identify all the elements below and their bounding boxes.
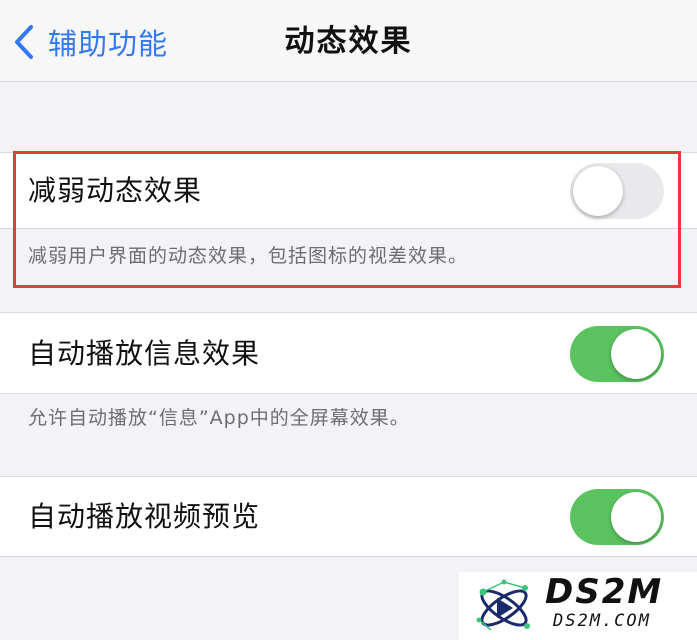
autoplay-message-effects-label: 自动播放信息效果 <box>28 337 261 370</box>
autoplay-message-effects-footer: 允许自动播放“信息”App中的全屏幕效果。 <box>28 407 410 429</box>
watermark-sub-text: DS2M.COM <box>553 611 651 631</box>
watermark-main-text: DS2M <box>545 572 664 612</box>
reduce-motion-switch[interactable] <box>570 163 664 219</box>
reduce-motion-footer: 减弱用户界面的动态效果，包括图标的视差效果。 <box>28 245 469 267</box>
reduce-motion-row: 减弱动态效果 <box>0 153 697 229</box>
navigation-bar: 辅助功能 动态效果 <box>0 0 697 82</box>
switch-knob <box>611 492 661 542</box>
autoplay-message-effects-switch[interactable] <box>570 326 664 382</box>
switch-knob <box>611 329 661 379</box>
autoplay-video-previews-row: 自动播放视频预览 <box>0 479 697 555</box>
reduce-motion-group: 减弱动态效果 <box>0 152 697 229</box>
autoplay-message-effects-row: 自动播放信息效果 <box>0 316 697 392</box>
autoplay-video-previews-switch[interactable] <box>570 489 664 545</box>
switch-knob <box>573 166 623 216</box>
atom-logo-icon <box>473 576 535 636</box>
autoplay-video-previews-group: 自动播放视频预览 <box>0 476 697 557</box>
autoplay-message-effects-group: 自动播放信息效果 <box>0 312 697 394</box>
autoplay-video-previews-label: 自动播放视频预览 <box>28 500 261 533</box>
watermark: DS2M DS2M.COM <box>459 572 697 640</box>
reduce-motion-label: 减弱动态效果 <box>28 174 203 207</box>
page-title: 动态效果 <box>284 24 413 59</box>
